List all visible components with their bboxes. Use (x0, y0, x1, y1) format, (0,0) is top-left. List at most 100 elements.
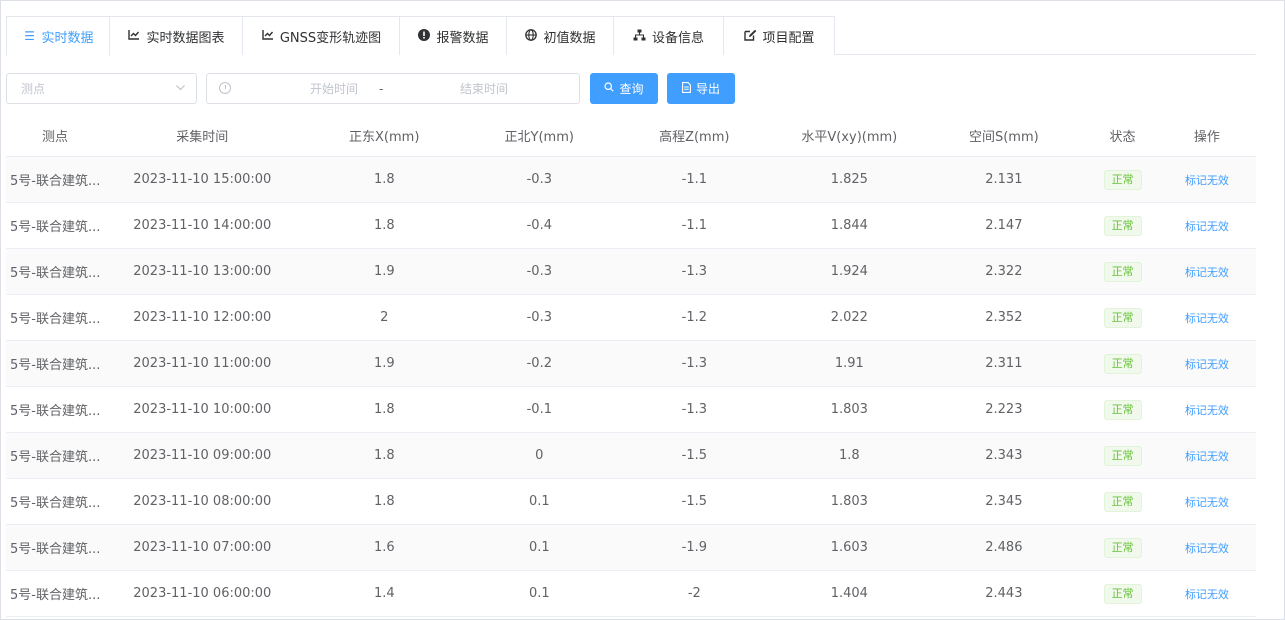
table-row[interactable]: 5号-联合建筑... 2023-11-10 15:00:00 1.8 -0.3 -1.1… (6, 157, 1256, 203)
column-header-spatial-s[interactable]: 空间S(mm) (920, 126, 1087, 145)
time-cell: 2023-11-10 11:00:00 (133, 356, 272, 371)
north-y-cell: -0.4 (526, 218, 552, 233)
point-cell: 5号-联合建筑... (10, 358, 101, 373)
column-header-north-y[interactable]: 正北Y(mm) (468, 126, 610, 145)
mark-invalid-link[interactable]: 标记无效 (1185, 266, 1229, 279)
point-select[interactable]: 测点 (6, 73, 197, 104)
filter-bar: 测点 开始时间 - 结束时间 查询 导出 (6, 73, 735, 104)
column-header-point[interactable]: 测点 (6, 126, 104, 145)
tab-initial-data[interactable]: 初值数据 (507, 16, 614, 55)
point-cell: 5号-联合建筑... (10, 312, 101, 327)
east-x-cell: 1.8 (373, 402, 395, 417)
query-button[interactable]: 查询 (590, 73, 658, 104)
table-row[interactable]: 5号-联合建筑... 2023-11-10 14:00:00 1.8 -0.4 -1.1… (6, 203, 1256, 249)
horizontal-v-cell: 1.844 (830, 218, 868, 233)
document-icon (682, 81, 691, 96)
north-y-cell: -0.3 (526, 172, 552, 187)
east-x-cell: 1.6 (373, 540, 395, 555)
table-row[interactable]: 5号-联合建筑... 2023-11-10 09:00:00 1.8 0 -1.5 1.8… (6, 433, 1256, 479)
globe-icon (524, 28, 538, 44)
spatial-s-cell: 2.223 (985, 402, 1023, 417)
column-header-east-x[interactable]: 正东X(mm) (300, 126, 468, 145)
status-badge: 正常 (1103, 445, 1142, 466)
time-cell: 2023-11-10 10:00:00 (133, 402, 272, 417)
north-y-cell: 0.1 (528, 540, 550, 555)
table-row[interactable]: 5号-联合建筑... 2023-11-10 08:00:00 1.8 0.1 -1.5 1… (6, 479, 1256, 525)
mark-invalid-link[interactable]: 标记无效 (1185, 496, 1229, 509)
line-chart-icon (261, 29, 275, 43)
horizontal-v-cell: 1.8 (838, 448, 860, 463)
north-y-cell: -0.1 (526, 402, 552, 417)
mark-invalid-link[interactable]: 标记无效 (1185, 588, 1229, 601)
east-x-cell: 1.8 (373, 218, 395, 233)
horizontal-v-cell: 1.825 (830, 172, 868, 187)
mark-invalid-link[interactable]: 标记无效 (1185, 450, 1229, 463)
tab-project-config[interactable]: 项目配置 (724, 16, 835, 55)
tab-realtime-chart[interactable]: 实时数据图表 (110, 16, 243, 55)
column-header-time[interactable]: 采集时间 (104, 126, 300, 145)
export-button[interactable]: 导出 (667, 73, 735, 104)
start-time-input[interactable]: 开始时间 (279, 80, 389, 97)
east-x-cell: 1.9 (373, 264, 395, 279)
clock-icon (219, 82, 231, 94)
actions-cell: 标记无效 (1158, 264, 1256, 280)
status-cell: 正常 (1087, 399, 1158, 420)
elevation-z-cell: -1.1 (681, 218, 707, 233)
status-badge: 正常 (1103, 307, 1142, 328)
status-badge: 正常 (1103, 261, 1142, 282)
page-frame: ☰ 实时数据 实时数据图表 GNSS变形轨迹图 报警数据 初值数据 设备信息 项… (0, 0, 1285, 620)
mark-invalid-link[interactable]: 标记无效 (1185, 358, 1229, 371)
table-row[interactable]: 5号-联合建筑... 2023-11-10 06:00:00 1.4 0.1 -2 1.4… (6, 571, 1256, 617)
east-x-cell: 1.4 (373, 586, 395, 601)
tab-gnss-trajectory[interactable]: GNSS变形轨迹图 (243, 16, 400, 55)
column-header-elevation-z[interactable]: 高程Z(mm) (610, 126, 778, 145)
elevation-z-cell: -1.5 (681, 494, 707, 509)
east-x-cell: 1.8 (373, 172, 395, 187)
mark-invalid-link[interactable]: 标记无效 (1185, 312, 1229, 325)
time-cell: 2023-11-10 06:00:00 (133, 586, 272, 601)
actions-cell: 标记无效 (1158, 172, 1256, 188)
time-cell: 2023-11-10 12:00:00 (133, 310, 272, 325)
tab-alarm-data[interactable]: 报警数据 (400, 16, 507, 55)
table-row[interactable]: 5号-联合建筑... 2023-11-10 13:00:00 1.9 -0.3 -1.3… (6, 249, 1256, 295)
table-row[interactable]: 5号-联合建筑... 2023-11-10 10:00:00 1.8 -0.1 -1.3… (6, 387, 1256, 433)
table-row[interactable]: 5号-联合建筑... 2023-11-10 07:00:00 1.6 0.1 -1.9 1… (6, 525, 1256, 571)
data-table: 测点 采集时间 正东X(mm) 正北Y(mm) 高程Z(mm) 水平V(xy)(… (6, 114, 1256, 617)
elevation-z-cell: -1.9 (681, 540, 707, 555)
mark-invalid-link[interactable]: 标记无效 (1185, 404, 1229, 417)
actions-cell: 标记无效 (1158, 310, 1256, 326)
column-header-actions: 操作 (1193, 129, 1220, 145)
tab-bar: ☰ 实时数据 实时数据图表 GNSS变形轨迹图 报警数据 初值数据 设备信息 项… (6, 16, 1256, 56)
tab-device-info[interactable]: 设备信息 (614, 16, 724, 55)
actions-cell: 标记无效 (1158, 356, 1256, 372)
date-range-picker[interactable]: 开始时间 - 结束时间 (206, 73, 580, 104)
spatial-s-cell: 2.352 (985, 310, 1023, 325)
column-header-horizontal-v[interactable]: 水平V(xy)(mm) (778, 126, 920, 145)
status-badge: 正常 (1103, 169, 1142, 190)
point-cell: 5号-联合建筑... (10, 542, 101, 557)
time-cell: 2023-11-10 14:00:00 (133, 218, 272, 233)
north-y-cell: -0.3 (526, 310, 552, 325)
tab-realtime-data[interactable]: ☰ 实时数据 (6, 16, 110, 56)
range-separator: - (379, 81, 384, 96)
actions-cell: 标记无效 (1158, 586, 1256, 602)
time-cell: 2023-11-10 09:00:00 (133, 448, 272, 463)
horizontal-v-cell: 1.404 (830, 586, 868, 601)
end-time-input[interactable]: 结束时间 (429, 80, 539, 97)
point-cell: 5号-联合建筑... (10, 588, 101, 603)
spatial-s-cell: 2.343 (985, 448, 1023, 463)
table-row[interactable]: 5号-联合建筑... 2023-11-10 12:00:00 2 -0.3 -1.2 2.… (6, 295, 1256, 341)
actions-cell: 标记无效 (1158, 402, 1256, 418)
table-row[interactable]: 5号-联合建筑... 2023-11-10 11:00:00 1.9 -0.2 -1.3… (6, 341, 1256, 387)
time-cell: 2023-11-10 08:00:00 (133, 494, 272, 509)
mark-invalid-link[interactable]: 标记无效 (1185, 174, 1229, 187)
actions-cell: 标记无效 (1158, 540, 1256, 556)
mark-invalid-link[interactable]: 标记无效 (1185, 542, 1229, 555)
point-select-placeholder: 测点 (21, 82, 46, 96)
tab-label: 实时数据 (41, 30, 94, 46)
mark-invalid-link[interactable]: 标记无效 (1185, 220, 1229, 233)
status-badge: 正常 (1103, 399, 1142, 420)
horizontal-v-cell: 2.022 (830, 310, 868, 325)
point-cell: 5号-联合建筑... (10, 404, 101, 419)
tab-label: 实时数据图表 (146, 30, 225, 46)
